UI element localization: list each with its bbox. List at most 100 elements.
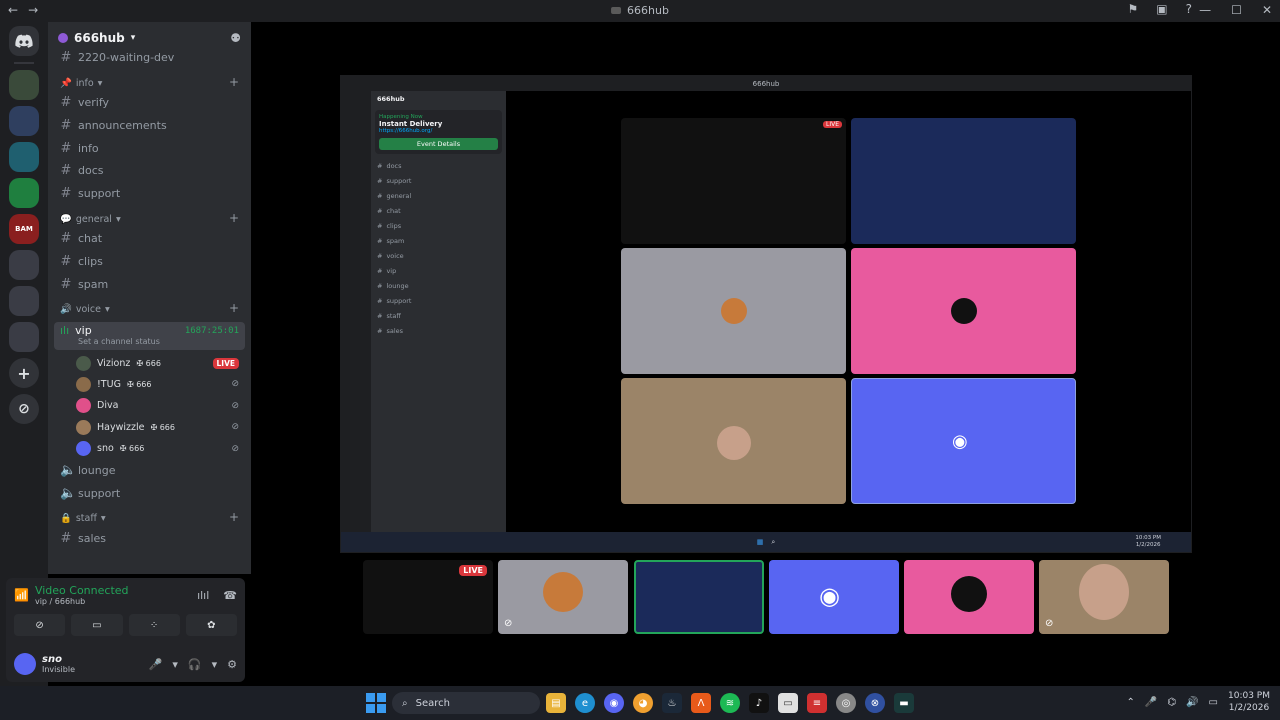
microphone-icon[interactable]: 🎤 xyxy=(1145,697,1157,708)
category-info[interactable]: 📌 info ▾ + xyxy=(48,69,251,92)
app-icon-white[interactable]: ▭ xyxy=(778,693,798,713)
category-staff[interactable]: 🔒 staff ▾ + xyxy=(48,504,251,527)
voice-user[interactable]: sno ✠ 666 ⊘ xyxy=(48,438,251,459)
server-icon-3[interactable] xyxy=(9,142,39,172)
volume-icon[interactable]: 🔊 xyxy=(1186,697,1198,708)
chevron-down-icon[interactable]: ▾ xyxy=(172,658,178,671)
channel-item[interactable]: #2220-waiting-dev xyxy=(48,46,251,69)
screen-share-button[interactable]: ▭ xyxy=(71,614,123,636)
flag-icon[interactable]: ⚑ xyxy=(1128,2,1139,16)
category-general[interactable]: 💬 general ▾ + xyxy=(48,205,251,228)
server-folder-2[interactable] xyxy=(9,286,39,316)
tiktok-icon[interactable]: ♪ xyxy=(749,693,769,713)
voice-user[interactable]: !TUG ✠ 666 ⊘ xyxy=(48,374,251,395)
disconnect-icon[interactable]: ☎ xyxy=(223,589,237,602)
activities-button[interactable]: ⁘ xyxy=(128,614,180,636)
strip-tile-tan[interactable]: ⊘ xyxy=(1039,560,1169,634)
strip-tile-pink[interactable] xyxy=(904,560,1034,634)
spotify-icon[interactable]: ≋ xyxy=(720,693,740,713)
file-explorer-icon[interactable]: ▤ xyxy=(546,693,566,713)
channel-item[interactable]: # docs xyxy=(48,159,251,182)
strip-tile-grey[interactable]: ⊘ xyxy=(498,560,628,634)
chrome-icon[interactable]: ◎ xyxy=(836,693,856,713)
app-icon-orange[interactable]: ◕ xyxy=(633,693,653,713)
discord-icon[interactable]: ◉ xyxy=(604,693,624,713)
headphones-icon[interactable]: 🎧 xyxy=(188,658,202,671)
category-voice[interactable]: 🔊 voice ▾ + xyxy=(48,295,251,318)
inner-clock-time: 10:03 PM xyxy=(1135,535,1161,541)
close-icon[interactable]: ✕ xyxy=(1262,3,1272,17)
inner-tile-discord[interactable]: ◉ xyxy=(851,378,1076,504)
inner-tile-screen[interactable]: LIVE xyxy=(621,118,846,244)
app-icon-blue[interactable]: ⊗ xyxy=(865,693,885,713)
taskbar-search[interactable]: ⌕ Search xyxy=(392,692,540,714)
add-channel-icon[interactable]: + xyxy=(229,211,239,225)
inner-tile-pink[interactable] xyxy=(851,248,1076,374)
channel-item[interactable]: # verify xyxy=(48,92,251,115)
discord-home-icon[interactable] xyxy=(9,26,39,56)
strip-tile-screen[interactable]: LIVE xyxy=(363,560,493,634)
shared-screen[interactable]: 666hub 666hub Happening Now Instant Deli… xyxy=(340,75,1192,553)
explore-icon[interactable]: ⊘ xyxy=(9,394,39,424)
chevron-down-icon[interactable]: ▾ xyxy=(212,658,218,671)
noise-suppression-icon[interactable]: ılıl xyxy=(197,589,209,602)
channel-item[interactable]: 🔈 lounge xyxy=(48,459,251,482)
microphone-icon[interactable]: 🎤 xyxy=(149,658,163,671)
add-channel-icon[interactable]: + xyxy=(229,75,239,89)
inner-channel-name: general xyxy=(386,191,412,200)
event-details-button[interactable]: Event Details xyxy=(379,138,498,150)
server-folder-3[interactable] xyxy=(9,322,39,352)
event-link[interactable]: https://666hub.org/ xyxy=(379,128,498,134)
channel-item[interactable]: # spam xyxy=(48,273,251,296)
app-icon-a[interactable]: Λ xyxy=(691,693,711,713)
camera-off-button[interactable]: ⊘ xyxy=(14,614,66,636)
channel-item[interactable]: # clips xyxy=(48,250,251,273)
inner-tile-grey[interactable] xyxy=(621,248,846,374)
voice-channel-path[interactable]: vip / 666hub xyxy=(35,597,129,606)
username[interactable]: sno xyxy=(42,654,75,665)
channel-item[interactable]: 🔈 support xyxy=(48,482,251,505)
taskbar-clock[interactable]: 10:03 PM 1/2/2026 xyxy=(1228,690,1270,714)
avatar[interactable] xyxy=(14,653,36,675)
inbox-icon[interactable]: ▣ xyxy=(1156,2,1167,16)
help-icon[interactable]: ? xyxy=(1186,2,1192,16)
server-icon-5[interactable]: BAM xyxy=(9,214,39,244)
add-channel-icon[interactable]: + xyxy=(229,301,239,315)
steam-icon[interactable]: ♨ xyxy=(662,693,682,713)
server-folder-1[interactable] xyxy=(9,250,39,280)
minimize-icon[interactable]: — xyxy=(1199,3,1211,17)
server-icon-666hub[interactable] xyxy=(9,70,39,100)
battery-icon[interactable]: ▭ xyxy=(1209,697,1218,708)
voice-channel-vip[interactable]: ılı vip 1687:25:01 Set a channel status xyxy=(54,322,245,351)
inner-tile-tan[interactable] xyxy=(621,378,846,504)
chevron-up-icon[interactable]: ⌃ xyxy=(1127,697,1135,708)
add-server-icon[interactable]: + xyxy=(9,358,39,388)
channel-item[interactable]: # support xyxy=(48,182,251,205)
maximize-icon[interactable]: ☐ xyxy=(1231,3,1242,17)
soundboard-button[interactable]: ✿ xyxy=(185,614,237,636)
channel-item[interactable]: # sales xyxy=(48,527,251,550)
voice-status-label[interactable]: Video Connected xyxy=(35,584,129,597)
app-icon-red[interactable]: ≡ xyxy=(807,693,827,713)
channel-status[interactable]: Set a channel status xyxy=(78,337,239,346)
invite-people-icon[interactable]: ⚉ xyxy=(230,31,241,45)
add-channel-icon[interactable]: + xyxy=(229,510,239,524)
voice-user[interactable]: Haywizzle ✠ 666 ⊘ xyxy=(48,417,251,438)
voice-user[interactable]: Diva ⊘ xyxy=(48,395,251,416)
channel-item[interactable]: # chat xyxy=(48,228,251,251)
strip-tile-discord[interactable]: ◉ xyxy=(769,560,899,634)
voice-user[interactable]: Vizionz ✠ 666 LIVE xyxy=(48,352,251,373)
windows-start-icon[interactable] xyxy=(366,693,386,713)
server-icon-2[interactable] xyxy=(9,106,39,136)
channel-item[interactable]: # announcements xyxy=(48,114,251,137)
edge-icon[interactable]: e xyxy=(575,693,595,713)
server-icon-4[interactable] xyxy=(9,178,39,208)
network-icon[interactable]: ⌬ xyxy=(1167,697,1176,708)
channel-item[interactable]: # info xyxy=(48,137,251,160)
inner-tile-webcam[interactable] xyxy=(851,118,1076,244)
strip-tile-webcam[interactable] xyxy=(634,560,764,634)
settings-gear-icon[interactable]: ⚙ xyxy=(227,658,237,671)
app-icon-dark[interactable]: ▬ xyxy=(894,693,914,713)
forward-arrow-icon[interactable]: → xyxy=(28,3,38,17)
back-arrow-icon[interactable]: ← xyxy=(8,3,18,17)
